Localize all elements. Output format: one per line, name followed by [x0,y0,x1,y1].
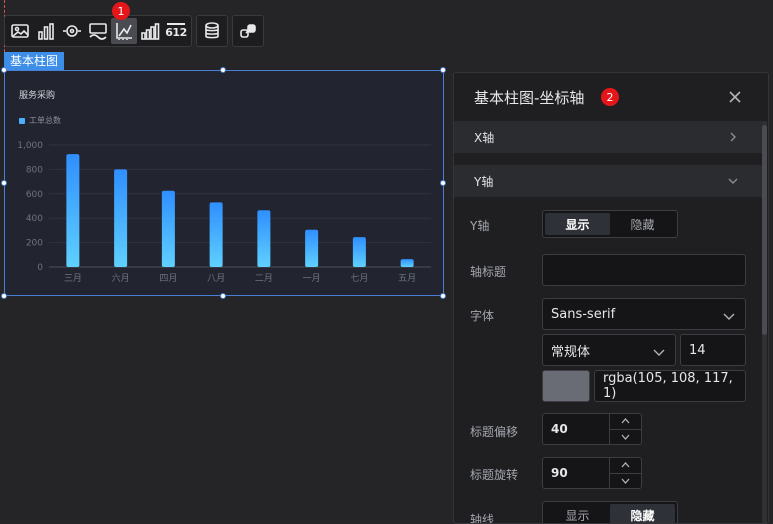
axis-settings-panel: 基本柱图-坐标轴 X轴 Y轴 Y轴 显示 隐藏 轴标题 字体 Sans-seri… [453,72,769,524]
bar[interactable] [352,237,366,267]
x-tick-label: 三月 [64,273,82,284]
title-offset-value[interactable]: 40 [543,414,609,444]
resize-handle-br[interactable] [440,293,446,299]
step-badge-2: 2 [601,88,619,106]
section-y-axis[interactable]: Y轴 [454,165,764,197]
chevron-up-icon[interactable] [610,414,641,429]
resize-handle-tr[interactable] [440,67,446,73]
x-tick-label: 五月 [398,273,416,284]
axis-line-show-option[interactable]: 显示 [545,504,610,523]
resize-handle-r[interactable] [440,180,446,186]
title-rotate-label: 标题旋转 [470,468,519,482]
close-icon[interactable] [728,89,742,103]
section-y-axis-label: Y轴 [474,174,494,189]
component-toolbar: 612 [4,15,264,47]
resize-handle-tl[interactable] [1,67,7,73]
y-tick-label: 1,000 [17,141,43,151]
x-tick-label: 八月 [207,273,225,284]
resize-handle-bl[interactable] [1,293,7,299]
font-family-select[interactable]: Sans-serif [542,298,746,330]
x-tick-label: 六月 [112,272,130,284]
chevron-right-icon [728,131,738,142]
database-icon[interactable] [199,18,225,44]
chevron-up-icon[interactable] [610,458,641,473]
bar-chart-component[interactable]: 服务采购 工单总数 0 200 400 600 800 1,000 三月 六月 四月 八月 二月 一月… [4,70,444,296]
image-icon[interactable] [7,18,33,44]
link-icon[interactable] [235,18,261,44]
resize-handle-l[interactable] [1,180,7,186]
bar[interactable] [257,210,271,267]
axis-line-toggle: 显示 隐藏 [542,501,678,523]
y-axis-hide-option[interactable]: 隐藏 [610,213,675,235]
toolbar-group-charts: 612 [4,15,192,47]
y-tick-label: 800 [26,165,43,175]
y-tick-label: 200 [26,239,43,249]
bar[interactable] [114,169,128,267]
title-rotate-value[interactable]: 90 [543,458,609,488]
eye-icon[interactable] [59,18,85,44]
stepper-buttons [609,414,641,444]
bar[interactable] [400,259,414,267]
title-offset-stepper: 40 [542,413,642,445]
number-icon-text: 612 [165,26,187,39]
y-tick-label: 600 [26,190,43,200]
bar[interactable] [209,202,223,267]
axis-title-label: 轴标题 [470,265,507,279]
y-axis-visibility-toggle: 显示 隐藏 [542,210,678,238]
font-label: 字体 [470,309,495,323]
title-rotate-stepper: 90 [542,457,642,489]
section-x-axis-label: X轴 [474,130,495,145]
x-tick-label: 四月 [159,273,177,284]
font-color-swatch[interactable] [542,370,590,402]
bar[interactable] [305,229,319,267]
font-style-value: 常规体 [551,344,591,360]
title-offset-label: 标题偏移 [470,425,519,439]
panel-scrollbar-thumb[interactable] [762,125,767,335]
y-tick-label: 400 [26,214,43,224]
chevron-down-icon[interactable] [610,428,641,445]
section-x-axis[interactable]: X轴 [454,121,764,153]
axis-title-input[interactable] [542,254,746,286]
bar[interactable] [161,190,175,267]
toolbar-group-data [196,15,228,47]
y-axis-show-option[interactable]: 显示 [545,213,610,235]
ranking-chart-icon[interactable] [137,18,163,44]
chevron-down-icon [723,310,735,320]
resize-handle-t[interactable] [220,67,226,73]
step-badge-1: 1 [112,2,130,20]
font-family-value: Sans-serif [551,306,616,322]
x-tick-label: 二月 [255,273,273,284]
chevron-down-icon [653,346,665,356]
panel-title: 基本柱图-坐标轴 [474,88,585,107]
toolbar-group-link [232,15,264,47]
font-color-input[interactable]: rgba(105, 108, 117, 1) [594,370,746,402]
font-size-input[interactable]: 14 [680,334,746,366]
component-label[interactable]: 基本柱图 [4,52,65,70]
y-axis-label: Y轴 [470,219,490,233]
chevron-down-icon [728,175,738,185]
axis-line-label: 轴线 [470,513,495,524]
y-tick-label: 0 [37,263,43,273]
stepper-buttons [609,458,641,488]
number-icon[interactable]: 612 [163,18,189,44]
bar-chart-icon[interactable] [33,18,59,44]
chevron-down-icon[interactable] [610,472,641,489]
bar[interactable] [66,154,80,267]
map-icon[interactable] [85,18,111,44]
chart-plot: 0 200 400 600 800 1,000 三月 六月 四月 八月 二月 一月 七月 五月 [17,141,431,284]
x-tick-label: 一月 [303,273,321,284]
axis-line-hide-option[interactable]: 隐藏 [610,504,675,523]
axis-icon[interactable] [111,18,137,44]
font-style-select[interactable]: 常规体 [542,334,676,366]
x-tick-label: 七月 [350,273,368,284]
resize-handle-b[interactable] [220,293,226,299]
